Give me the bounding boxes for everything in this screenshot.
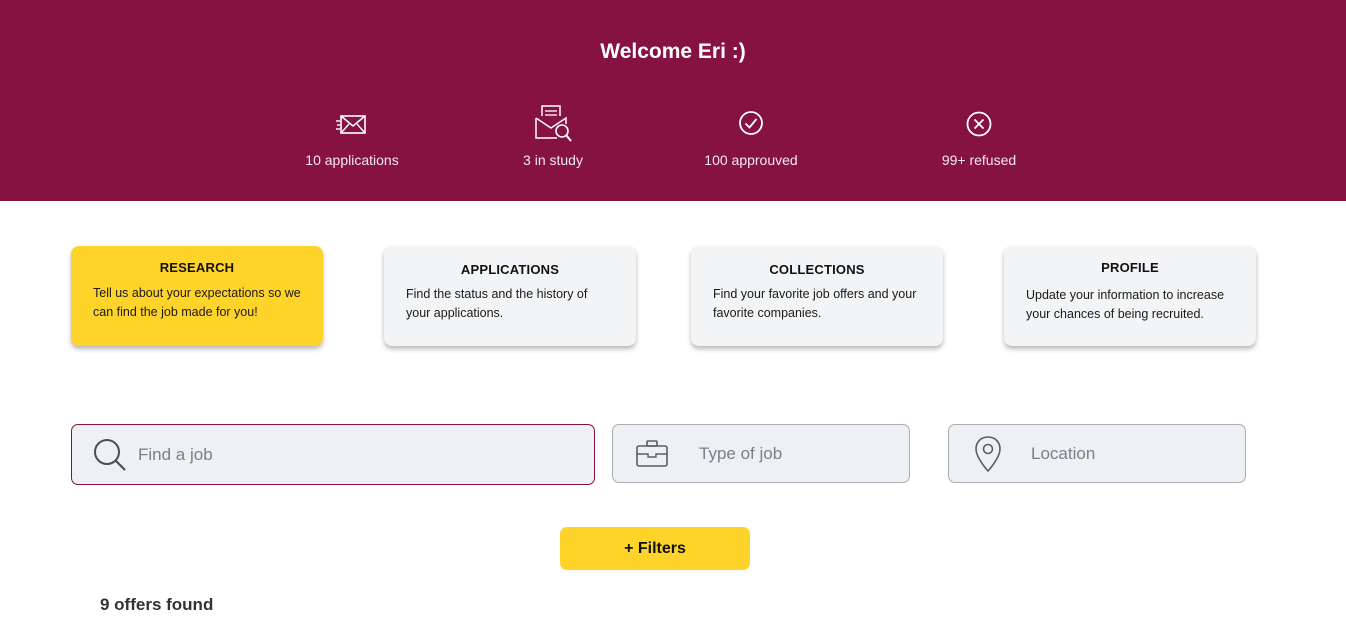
location-input[interactable] <box>1031 425 1221 482</box>
card-research[interactable]: RESEARCH Tell us about your expectations… <box>71 246 323 346</box>
stat-label: 3 in study <box>523 152 583 168</box>
stat-in-study: 3 in study <box>463 104 643 168</box>
x-circle-icon <box>889 104 1069 144</box>
mail-search-icon <box>463 104 643 144</box>
find-job-field[interactable] <box>71 424 595 485</box>
card-description: Find the status and the history of your … <box>406 287 588 320</box>
stat-label: 99+ refused <box>941 152 1017 168</box>
filters-button[interactable]: + Filters <box>560 527 750 570</box>
card-description: Find your favorite job offers and your f… <box>713 287 917 320</box>
stat-applications: 10 applications <box>262 104 442 168</box>
card-profile[interactable]: PROFILE Update your information to incre… <box>1004 246 1256 346</box>
job-type-field[interactable] <box>612 424 910 483</box>
card-title: APPLICATIONS <box>460 262 560 277</box>
job-type-input[interactable] <box>699 425 889 482</box>
card-description: Tell us about your expectations so we ca… <box>93 286 301 319</box>
card-applications[interactable]: APPLICATIONS Find the status and the his… <box>384 246 636 346</box>
stat-refused: 99+ refused <box>889 104 1069 168</box>
briefcase-icon <box>635 425 669 482</box>
envelope-icon <box>262 104 442 144</box>
location-pin-icon <box>973 425 1003 482</box>
card-description: Update your information to increase your… <box>1026 288 1225 321</box>
header-banner: Welcome Eri :) 10 applications 3 in stud… <box>0 0 1346 201</box>
check-circle-icon <box>661 104 841 144</box>
search-icon <box>92 425 128 484</box>
card-collections[interactable]: COLLECTIONS Find your favorite job offer… <box>691 246 943 346</box>
location-field[interactable] <box>948 424 1246 483</box>
stat-label: 10 applications <box>305 152 399 168</box>
welcome-title: Welcome Eri :) <box>600 40 746 63</box>
card-title: PROFILE <box>1101 260 1159 275</box>
results-count: 9 offers found <box>100 595 214 614</box>
card-title: COLLECTIONS <box>769 262 865 277</box>
card-title: RESEARCH <box>159 260 235 275</box>
stat-approved: 100 approuved <box>661 104 841 168</box>
search-input[interactable] <box>138 425 578 484</box>
stat-label: 100 approuved <box>704 152 798 168</box>
